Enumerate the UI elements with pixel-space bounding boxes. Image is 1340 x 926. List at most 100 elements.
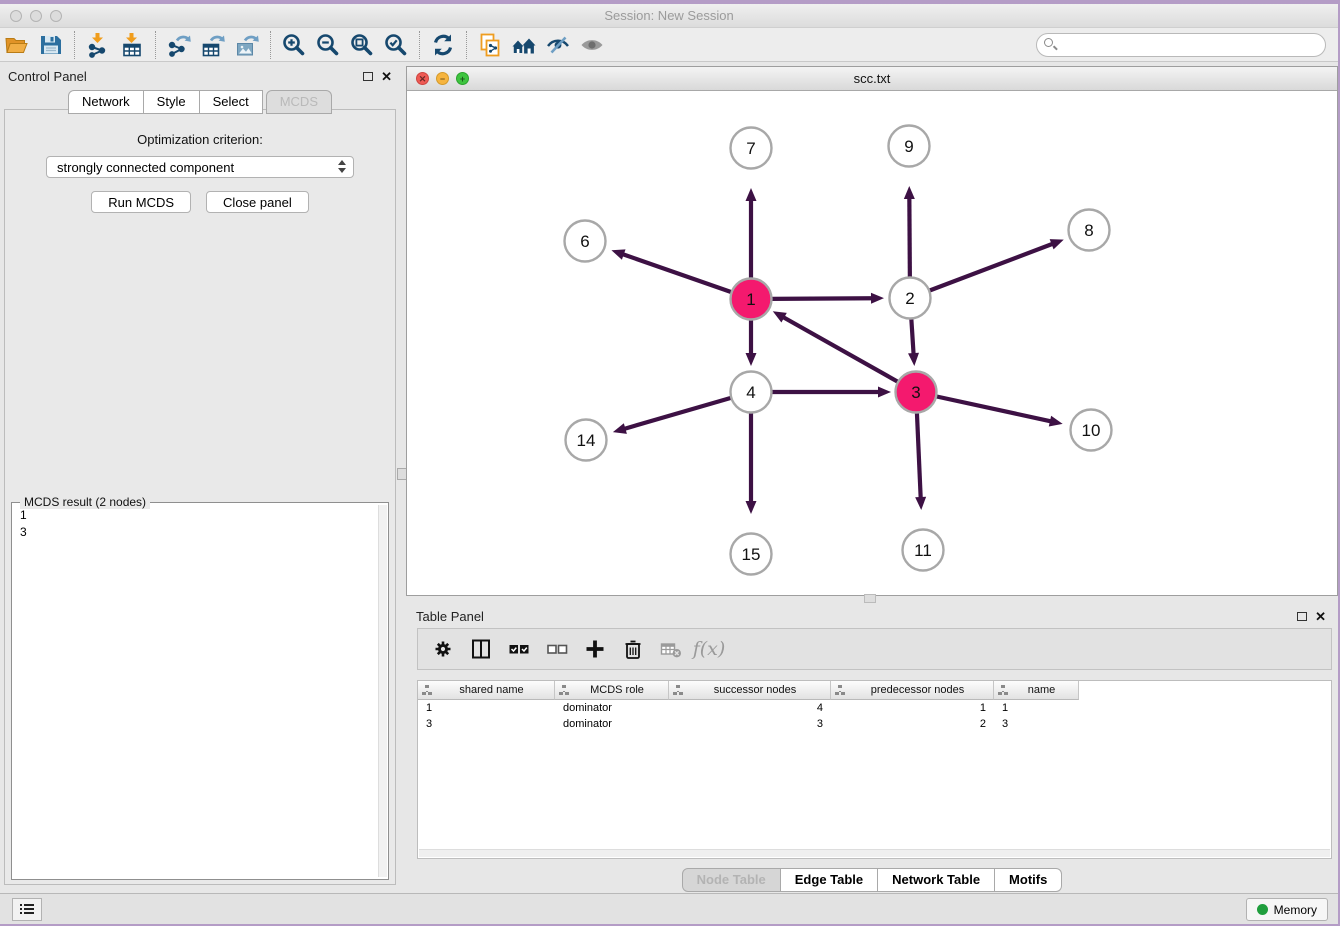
graph-node-label: 9: [904, 137, 913, 156]
column-header-shared-name[interactable]: shared name: [418, 681, 555, 700]
graph-node-label: 8: [1084, 221, 1093, 240]
graph-edge-2-3[interactable]: [911, 318, 913, 355]
cyndex-home-button[interactable]: [507, 30, 541, 60]
save-session-button[interactable]: [34, 30, 68, 60]
list-icon: [20, 904, 34, 915]
export-table-button[interactable]: [196, 30, 230, 60]
column-label: name: [1009, 684, 1074, 696]
network-window-titlebar: ✕ − + scc.txt: [407, 67, 1337, 91]
node-table: shared nameMCDS rolesuccessor nodesprede…: [417, 680, 1332, 859]
table-body: 1dominator4113dominator323: [418, 700, 1331, 732]
import-table-button[interactable]: [115, 30, 149, 60]
result-scrollbar[interactable]: [378, 505, 387, 877]
show-hide-button[interactable]: [575, 30, 609, 60]
tab-style[interactable]: Style: [144, 90, 200, 114]
task-history-button[interactable]: [12, 898, 42, 921]
graph-edge-arrowhead: [908, 353, 919, 366]
table-row[interactable]: 1dominator411: [418, 700, 1331, 716]
graph-edge-1-6[interactable]: [622, 254, 732, 293]
graph-edge-arrowhead: [746, 188, 757, 201]
close-panel-button[interactable]: Close panel: [206, 191, 309, 213]
open-session-icon: [4, 32, 30, 58]
toolbar-separator: [466, 31, 467, 59]
column-header-predecessor-nodes[interactable]: predecessor nodes: [831, 681, 994, 700]
cyndex-home-icon: [511, 32, 537, 58]
graph-node-label: 15: [742, 545, 761, 564]
graph-edge-3-10[interactable]: [936, 396, 1052, 421]
float-panel-icon[interactable]: [1297, 612, 1307, 621]
table-header-row: shared nameMCDS rolesuccessor nodesprede…: [418, 681, 1079, 700]
network-window-title: scc.txt: [407, 71, 1337, 86]
app-title: Session: New Session: [0, 8, 1338, 23]
refresh-button[interactable]: [426, 30, 460, 60]
visual-properties-button[interactable]: [541, 30, 575, 60]
zoom-selected-button[interactable]: [379, 30, 413, 60]
graph-edge-4-14[interactable]: [623, 398, 731, 430]
close-panel-icon[interactable]: ✕: [381, 70, 392, 83]
table-row[interactable]: 3dominator323: [418, 716, 1331, 732]
function-builder-button[interactable]: f(x): [692, 632, 726, 666]
mcds-result-text[interactable]: 1 3: [20, 507, 376, 877]
column-header-name[interactable]: name: [994, 681, 1079, 700]
hierarchy-icon: [422, 685, 433, 695]
export-network-icon: [166, 32, 192, 58]
zoom-fit-button[interactable]: [345, 30, 379, 60]
float-panel-icon[interactable]: [363, 72, 373, 81]
select-all-button[interactable]: [502, 632, 536, 666]
tab-mcds[interactable]: MCDS: [266, 90, 332, 114]
select-all-icon: [506, 636, 532, 662]
table-panel-title: Table Panel: [416, 609, 484, 624]
column-header-successor-nodes[interactable]: successor nodes: [669, 681, 831, 700]
toolbar-separator: [270, 31, 271, 59]
export-network-button[interactable]: [162, 30, 196, 60]
tab-network[interactable]: Network: [68, 90, 144, 114]
delete-column-button[interactable]: [616, 632, 650, 666]
graph-edge-1-2[interactable]: [771, 298, 873, 299]
deselect-all-button[interactable]: [540, 632, 574, 666]
zoom-out-icon: [315, 32, 341, 58]
zoom-out-button[interactable]: [311, 30, 345, 60]
graph-edge-3-11[interactable]: [917, 412, 921, 499]
tab-motifs[interactable]: Motifs: [995, 868, 1062, 892]
graph-edge-2-9[interactable]: [909, 197, 910, 278]
graph-edge-arrowhead: [904, 186, 915, 199]
tab-edge-table[interactable]: Edge Table: [781, 868, 878, 892]
delete-table-button[interactable]: [654, 632, 688, 666]
graph-edge-2-8[interactable]: [929, 243, 1054, 290]
column-header-MCDS-role[interactable]: MCDS role: [555, 681, 669, 700]
network-canvas[interactable]: 7968124314101511: [407, 91, 1337, 595]
save-session-icon: [38, 32, 64, 58]
duplicate-network-button[interactable]: [473, 30, 507, 60]
hierarchy-icon: [673, 685, 684, 695]
export-image-button[interactable]: [230, 30, 264, 60]
tab-node-table[interactable]: Node Table: [682, 868, 781, 892]
zoom-in-icon: [281, 32, 307, 58]
toggle-columns-button[interactable]: [464, 632, 498, 666]
table-cell: 1: [418, 700, 555, 716]
graph-edge-arrowhead: [915, 497, 926, 510]
table-cell: 2: [831, 716, 994, 732]
table-settings-button[interactable]: [426, 632, 460, 666]
delete-table-icon: [658, 636, 684, 662]
tab-select[interactable]: Select: [200, 90, 263, 114]
run-mcds-button[interactable]: Run MCDS: [91, 191, 191, 213]
graph-node-label: 2: [905, 289, 914, 308]
tab-network-table[interactable]: Network Table: [878, 868, 995, 892]
close-panel-icon[interactable]: ✕: [1315, 610, 1326, 623]
import-network-button[interactable]: [81, 30, 115, 60]
deselect-all-icon: [544, 636, 570, 662]
zoom-in-button[interactable]: [277, 30, 311, 60]
mcds-result-box: MCDS result (2 nodes) 1 3: [11, 502, 389, 880]
graph-edge-3-1[interactable]: [782, 317, 898, 383]
mcds-panel: Optimization criterion: strongly connect…: [4, 109, 396, 885]
status-bar: Memory: [0, 893, 1338, 924]
graph-node-label: 4: [746, 383, 755, 402]
optimization-criterion-dropdown[interactable]: strongly connected component: [46, 156, 354, 178]
search-input[interactable]: [1036, 33, 1326, 57]
table-hscrollbar[interactable]: [419, 849, 1330, 857]
open-session-button[interactable]: [0, 30, 34, 60]
memory-button[interactable]: Memory: [1246, 898, 1328, 921]
optimization-criterion-label: Optimization criterion:: [5, 132, 395, 147]
add-column-button[interactable]: [578, 632, 612, 666]
graph-node-label: 6: [580, 232, 589, 251]
